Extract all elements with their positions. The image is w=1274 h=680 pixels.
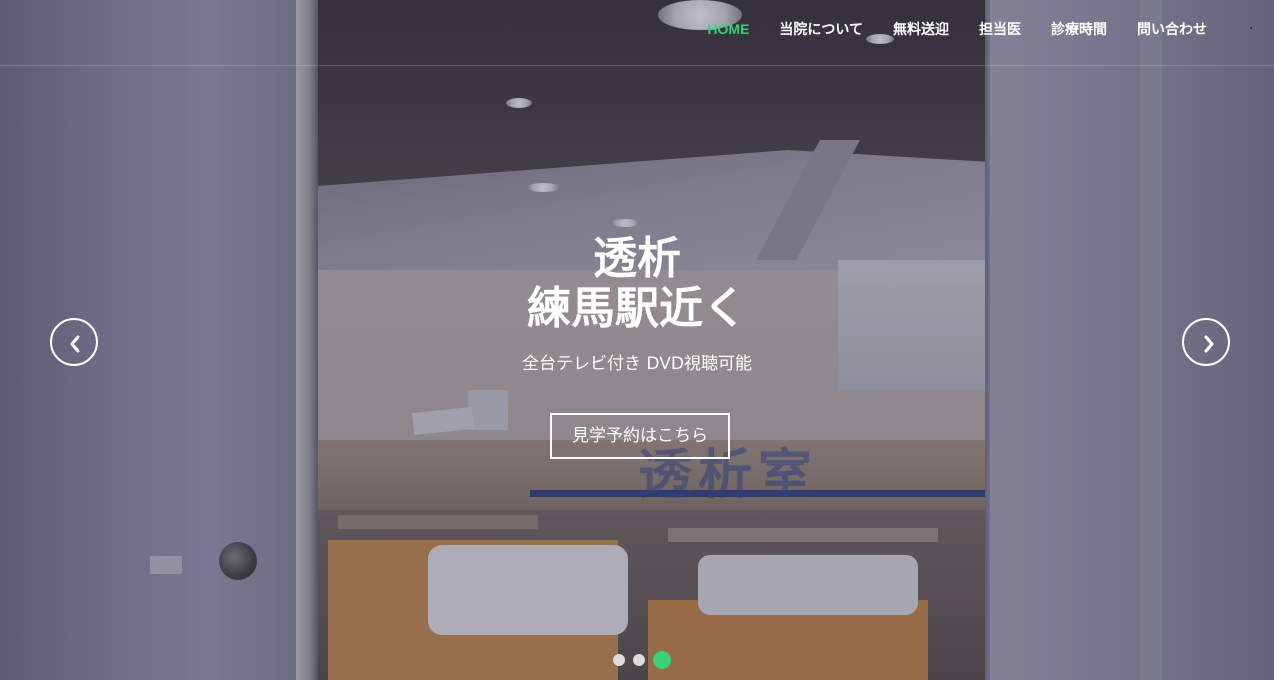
carousel-prev-button[interactable] [50, 318, 98, 366]
nav-menu: HOME 当院について 無料送迎 担当医 診療時間 問い合わせ [692, 20, 1222, 38]
chevron-left-icon [70, 335, 80, 353]
tour-reservation-button[interactable]: 見学予約はこちら [550, 413, 730, 459]
nav-item-doctors[interactable]: 担当医 [964, 20, 1036, 38]
nav-item-home[interactable]: HOME [692, 20, 764, 38]
hero-title-line2: 練馬駅近く [527, 283, 747, 334]
chevron-right-icon [1204, 335, 1214, 353]
carousel-dot-3[interactable] [653, 651, 671, 669]
top-navbar: HOME 当院について 無料送迎 担当医 診療時間 問い合わせ [0, 0, 1274, 66]
nav-item-free-shuttle[interactable]: 無料送迎 [878, 20, 964, 38]
carousel-dot-1[interactable] [613, 654, 625, 666]
carousel-next-button[interactable] [1182, 318, 1230, 366]
nav-item-hours[interactable]: 診療時間 [1036, 20, 1122, 38]
carousel-dot-2[interactable] [633, 654, 645, 666]
nav-item-contact[interactable]: 問い合わせ [1122, 20, 1222, 38]
nav-dot-marker [1250, 27, 1252, 29]
hero-carousel: 透析 練馬駅近く 全台テレビ付き DVD視聴可能 見学予約はこちら [0, 0, 1274, 680]
hero-subtitle: 全台テレビ付き DVD視聴可能 [522, 354, 752, 374]
carousel-indicators [613, 651, 671, 669]
hero-title-line1: 透析 [593, 233, 681, 284]
nav-item-about[interactable]: 当院について [764, 20, 878, 38]
